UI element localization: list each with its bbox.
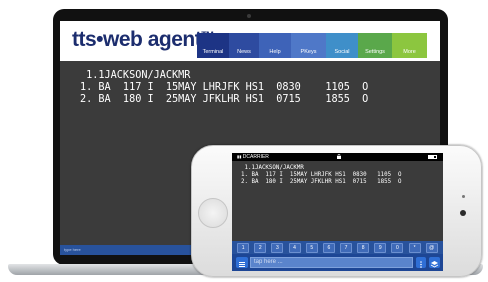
tab-terminal[interactable]: Terminal — [197, 33, 229, 58]
terminal-line-segment-2: 2. BA 180 I 25MAY JFKLHR HS1 0715 1855 O — [80, 94, 369, 105]
tab-more[interactable]: More — [392, 33, 427, 58]
tab-pkeys[interactable]: PKeys — [291, 33, 326, 58]
key-2[interactable]: 2 — [254, 242, 267, 253]
tab-settings[interactable]: Settings — [358, 33, 392, 58]
home-button[interactable] — [198, 198, 228, 228]
key-8[interactable]: 8 — [357, 242, 370, 253]
terminal-line-segment-1: 1. BA 117 I 15MAY LHRJFK HS1 0830 1105 O — [241, 172, 402, 178]
logo-text: tts•web agent — [72, 28, 202, 51]
terminal-line-name: 1.1JACKSON/JACKMR — [80, 70, 191, 81]
nav-tabs: Terminal News Help PKeys Social Settings… — [197, 33, 427, 58]
key-5[interactable]: 5 — [305, 242, 318, 253]
key-1[interactable]: 1 — [237, 242, 250, 253]
key-3[interactable]: 3 — [271, 242, 284, 253]
tab-label: News — [237, 49, 251, 55]
app-logo: tts•web agentTM — [72, 28, 214, 52]
tab-label: Social — [334, 49, 350, 55]
tab-social[interactable]: Social — [326, 33, 358, 58]
more-vertical-icon[interactable] — [416, 257, 426, 268]
command-placeholder: type here — [64, 247, 81, 252]
tab-label: Terminal — [202, 49, 224, 55]
battery-icon — [428, 155, 437, 159]
terminal-line-segment-2: 2. BA 180 I 25MAY JFKLHR HS1 0715 1855 O — [241, 179, 402, 185]
phone-status-bar: ▮▮ DCARRIER — [232, 153, 443, 161]
key-6[interactable]: 6 — [322, 242, 335, 253]
key-asterisk[interactable]: * — [408, 242, 421, 253]
carrier-label: ▮▮ DCARRIER — [237, 154, 269, 160]
signal-icon: ▮▮ — [237, 154, 242, 159]
tab-label: More — [403, 49, 416, 55]
tab-help[interactable]: Help — [259, 33, 291, 58]
input-bar: tap here ... — [232, 254, 443, 271]
key-9[interactable]: 9 — [374, 242, 387, 253]
lock-icon — [337, 154, 341, 159]
key-4[interactable]: 4 — [288, 242, 301, 253]
layers-icon[interactable] — [429, 257, 440, 268]
phone-sensor — [462, 195, 465, 198]
tab-label: Help — [269, 49, 281, 55]
terminal-line-segment-1: 1. BA 117 I 15MAY LHRJFK HS1 0830 1105 O — [80, 82, 369, 93]
key-7[interactable]: 7 — [339, 242, 352, 253]
key-at[interactable]: @ — [425, 242, 438, 253]
tab-label: PKeys — [300, 49, 317, 55]
app-header: tts•web agentTM Terminal News Help PKeys… — [60, 21, 440, 61]
command-input[interactable]: tap here ... — [250, 257, 413, 268]
tab-news[interactable]: News — [229, 33, 259, 58]
menu-icon[interactable] — [236, 257, 248, 268]
quick-key-row: 1 2 3 4 5 6 7 8 9 0 * @ — [232, 241, 443, 254]
carrier-text: DCARRIER — [242, 154, 269, 160]
terminal-line-name: 1.1JACKSON/JACKMR — [241, 165, 304, 171]
laptop-camera — [247, 14, 251, 18]
key-0[interactable]: 0 — [391, 242, 404, 253]
tab-label: Settings — [365, 49, 385, 55]
phone-camera — [460, 210, 466, 216]
phone-screen: ▮▮ DCARRIER 1.1JACKSON/JACKMR 1. BA 117 … — [232, 153, 443, 271]
